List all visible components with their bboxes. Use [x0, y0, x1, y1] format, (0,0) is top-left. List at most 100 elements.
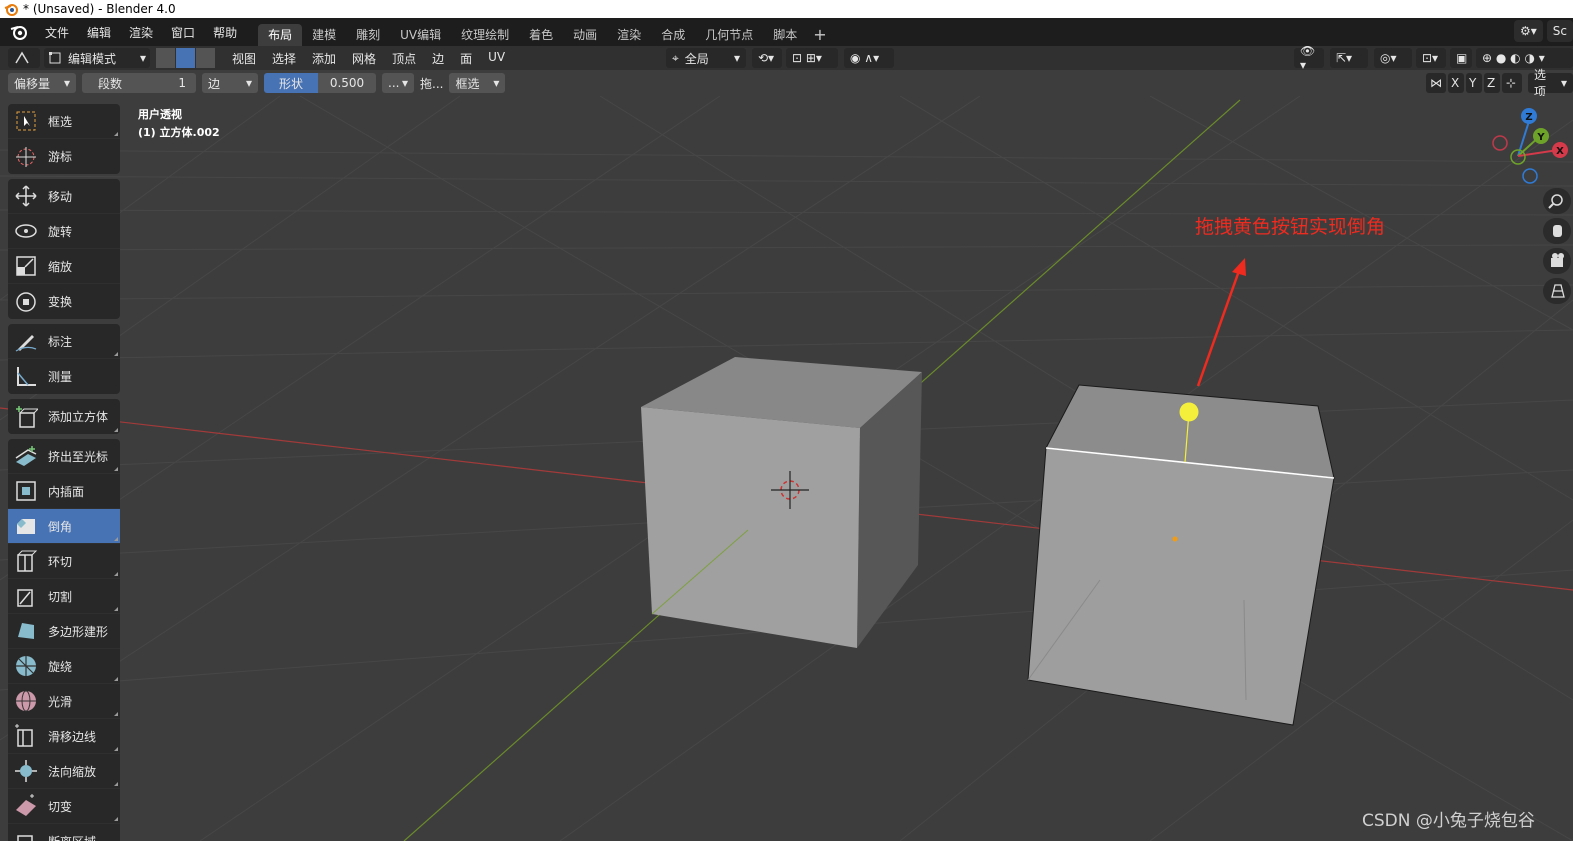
blender-menu-icon[interactable]	[8, 21, 30, 43]
tab-uv-editing[interactable]: UV编辑	[390, 24, 451, 46]
menu-help[interactable]: 帮助	[204, 24, 246, 41]
cube-right-selected[interactable]	[1027, 384, 1335, 726]
move-icon	[15, 185, 37, 207]
operator-bar: 偏移量 ▾ 段数 1 边 ▾ 形状 0.500 ... ▾ 拖... 框选 ▾ ⋈…	[0, 68, 1573, 99]
tool-edge-slide[interactable]: 滑移边线	[8, 719, 120, 754]
viewport-header: 编辑模式 ▾ 视图 选择 添加 网格 顶点 边 面 UV ⌖ 全局 ▾ ⟲▾ ⊡…	[0, 44, 1573, 72]
tool-shrink-fatten[interactable]: 法向缩放	[8, 754, 120, 789]
tab-geometry-nodes[interactable]: 几何节点	[695, 24, 763, 46]
tool-bevel[interactable]: 倒角	[8, 509, 120, 544]
tool-move[interactable]: 移动	[8, 179, 120, 214]
tool-annotate[interactable]: 标注	[8, 324, 120, 359]
butterfly-icon[interactable]: ⋈	[1426, 73, 1446, 93]
tab-texture-paint[interactable]: 纹理绘制	[451, 24, 519, 46]
mirror-y-toggle[interactable]: Y	[1466, 73, 1482, 93]
tool-box-select[interactable]: 框选	[8, 104, 120, 139]
view-name-label: 用户透视	[138, 108, 182, 121]
tab-animation[interactable]: 动画	[563, 24, 607, 46]
pivot-point-dropdown[interactable]: ⟲▾	[752, 48, 782, 68]
tool-poly-build[interactable]: 多边形建形	[8, 614, 120, 649]
editor-type-icon	[15, 51, 29, 64]
menu-view[interactable]: 视图	[224, 50, 264, 67]
tool-label: 框选	[48, 114, 73, 129]
menu-window[interactable]: 窗口	[162, 24, 204, 41]
chevron-down-icon: ▾	[401, 76, 408, 90]
transform-orientation-dropdown[interactable]: ⌖ 全局 ▾	[666, 48, 746, 68]
measure-ruler-icon	[17, 366, 36, 386]
tool-shear[interactable]: 切变	[8, 789, 120, 824]
tool-inset-faces[interactable]: 内插面	[8, 474, 120, 509]
tab-scripting[interactable]: 脚本	[763, 24, 807, 46]
scene-name-field[interactable]: Sc	[1546, 20, 1573, 42]
vertex-select-icon[interactable]	[156, 48, 176, 68]
camera-view-icon[interactable]	[1543, 248, 1571, 274]
mesh-overlay-dropdown[interactable]: ⊡▾	[1416, 48, 1446, 68]
tool-loop-cut[interactable]: 环切	[8, 544, 120, 579]
options-dropdown[interactable]: 选项 ▾	[1528, 68, 1573, 99]
menu-file[interactable]: 文件	[36, 24, 78, 41]
tool-cursor[interactable]: 游标	[8, 139, 120, 174]
add-workspace-button[interactable]: +	[807, 25, 832, 44]
tool-scale[interactable]: 缩放	[8, 249, 120, 284]
tool-rotate[interactable]: 旋转	[8, 214, 120, 249]
tool-spin[interactable]: 旋绕	[8, 649, 120, 684]
navigation-gizmo[interactable]: Z Y X	[1492, 108, 1568, 184]
tool-label: 旋绕	[48, 659, 73, 674]
affect-dropdown[interactable]: 边 ▾	[202, 73, 258, 93]
visibility-dropdown[interactable]: 👁▾	[1294, 44, 1324, 72]
menu-vertex[interactable]: 顶点	[384, 50, 424, 67]
menu-add[interactable]: 添加	[304, 50, 344, 67]
mode-dropdown[interactable]: 编辑模式 ▾	[44, 48, 150, 68]
cube-left[interactable]	[641, 357, 922, 648]
menu-uv[interactable]: UV	[480, 50, 513, 67]
auto-merge-icon[interactable]: ⊹	[1502, 73, 1522, 93]
tool-add-cube[interactable]: 添加立方体	[8, 399, 120, 434]
shading-mode-buttons[interactable]: ⊕ ● ◐ ◑ ▾	[1476, 48, 1573, 68]
tool-smooth[interactable]: 光滑	[8, 684, 120, 719]
proportional-edit-toggle[interactable]: ◉ ∧▾	[844, 48, 894, 68]
tool-label: 挤出至光标	[48, 449, 109, 464]
tab-rendering[interactable]: 渲染	[607, 24, 651, 46]
menu-select[interactable]: 选择	[264, 50, 304, 67]
menu-edge[interactable]: 边	[424, 50, 452, 67]
overlay-toggle[interactable]: ◎▾	[1374, 48, 1412, 68]
3d-viewport[interactable]: Z Y X 用户透视 (1) 立方体.002	[0, 96, 1573, 841]
select-mode-dropdown[interactable]: 框选 ▾	[449, 73, 506, 93]
menu-mesh[interactable]: 网格	[344, 50, 384, 67]
menu-face[interactable]: 面	[452, 50, 480, 67]
chevron-down-icon: ▾	[493, 76, 500, 90]
tab-layout[interactable]: 布局	[258, 24, 303, 46]
snap-toggle[interactable]: ⊡ ⊞▾	[786, 48, 838, 68]
tab-sculpting[interactable]: 雕刻	[346, 24, 390, 46]
tool-rip-region[interactable]: 断离区域	[8, 824, 120, 841]
tool-group-measure: 标注 测量	[8, 324, 120, 394]
mirror-x-toggle[interactable]: X	[1448, 73, 1464, 93]
menu-edit[interactable]: 编辑	[78, 24, 120, 41]
tab-shading[interactable]: 着色	[519, 24, 563, 46]
segments-field[interactable]: 段数 1	[82, 73, 196, 93]
perspective-toggle-icon[interactable]	[1543, 278, 1571, 304]
gizmo-toggle[interactable]: ⇱▾	[1330, 48, 1368, 68]
tab-modeling[interactable]: 建模	[302, 24, 346, 46]
tool-measure[interactable]: 测量	[8, 359, 120, 394]
editor-type-dropdown[interactable]	[8, 48, 40, 68]
edge-select-icon[interactable]	[176, 48, 196, 68]
tab-compositing[interactable]: 合成	[651, 24, 695, 46]
top-menu-bar: 文件 编辑 渲染 窗口 帮助 布局 建模 雕刻 UV编辑 纹理绘制 着色 动画 …	[0, 18, 1573, 46]
xray-toggle-icon[interactable]: ▣	[1450, 48, 1472, 68]
zoom-icon[interactable]	[1543, 188, 1571, 214]
tool-transform[interactable]: 变换	[8, 284, 120, 319]
offset-type-dropdown[interactable]: 偏移量 ▾	[8, 73, 76, 93]
tool-knife[interactable]: 切割	[8, 579, 120, 614]
mirror-z-toggle[interactable]: Z	[1484, 73, 1500, 93]
more-options-dropdown[interactable]: ... ▾	[382, 73, 414, 93]
tool-extrude-to-cursor[interactable]: 挤出至光标	[8, 439, 120, 474]
tool-label: 环切	[48, 554, 73, 569]
menu-render[interactable]: 渲染	[120, 24, 162, 41]
pan-hand-icon[interactable]	[1543, 218, 1571, 244]
shape-field[interactable]: 形状 0.500	[264, 73, 376, 93]
face-select-icon[interactable]	[196, 48, 216, 68]
scene-type-dropdown[interactable]: ⚙▾	[1514, 20, 1543, 42]
drag-label[interactable]: 拖...	[420, 75, 443, 92]
chevron-down-icon: ▾	[733, 51, 740, 65]
